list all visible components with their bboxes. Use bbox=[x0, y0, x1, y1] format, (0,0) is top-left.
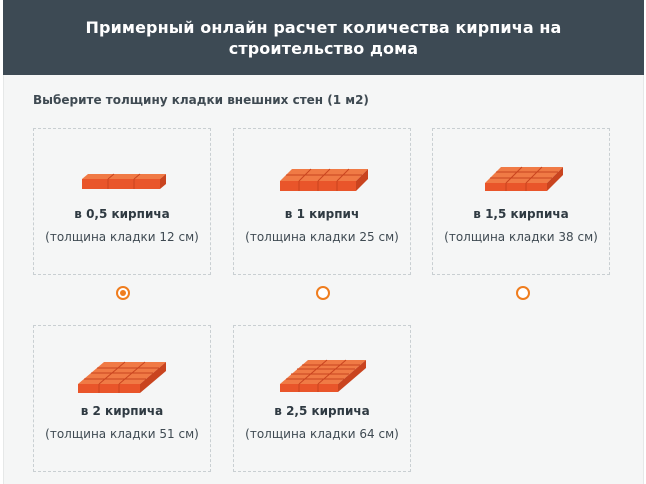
brick-half-icon bbox=[34, 157, 210, 197]
page-title: Примерный онлайн расчет количества кирпи… bbox=[85, 17, 562, 58]
option-title: в 2,5 кирпича bbox=[274, 404, 370, 418]
option-title: в 1 кирпич bbox=[284, 207, 360, 221]
option-title: в 2 кирпича bbox=[80, 404, 164, 418]
option-title: в 1,5 кирпича bbox=[473, 207, 569, 221]
option-note: (толщина кладки 64 см) bbox=[245, 427, 399, 441]
option-note: (толщина кладки 51 см) bbox=[45, 427, 199, 441]
radio-1[interactable] bbox=[316, 286, 330, 300]
option-note: (толщина кладки 12 см) bbox=[45, 230, 199, 244]
option-card-2[interactable]: в 2 кирпича (толщина кладки 51 см) bbox=[33, 325, 211, 472]
brick-two-icon bbox=[34, 354, 210, 394]
brick-one-icon bbox=[234, 157, 410, 197]
brick-two-half-icon bbox=[234, 354, 410, 394]
radio-selected-dot bbox=[120, 290, 126, 296]
option-card-1-5[interactable]: в 1,5 кирпича (толщина кладки 38 см) bbox=[432, 128, 610, 275]
option-note: (толщина кладки 38 см) bbox=[444, 230, 598, 244]
page-header: Примерный онлайн расчет количества кирпи… bbox=[3, 0, 644, 75]
option-note: (толщина кладки 25 см) bbox=[245, 230, 399, 244]
option-card-2-5[interactable]: в 2,5 кирпича (толщина кладки 64 см) bbox=[233, 325, 411, 472]
section-subtitle: Выберите толщину кладки внешних стен (1 … bbox=[33, 93, 369, 107]
radio-1-5[interactable] bbox=[516, 286, 530, 300]
option-card-0-5[interactable]: в 0,5 кирпича (толщина кладки 12 см) bbox=[33, 128, 211, 275]
option-title: в 0,5 кирпича bbox=[74, 207, 170, 221]
option-card-1[interactable]: в 1 кирпич (толщина кладки 25 см) bbox=[233, 128, 411, 275]
brick-one-half-icon bbox=[433, 157, 609, 197]
radio-0-5[interactable] bbox=[116, 286, 130, 300]
